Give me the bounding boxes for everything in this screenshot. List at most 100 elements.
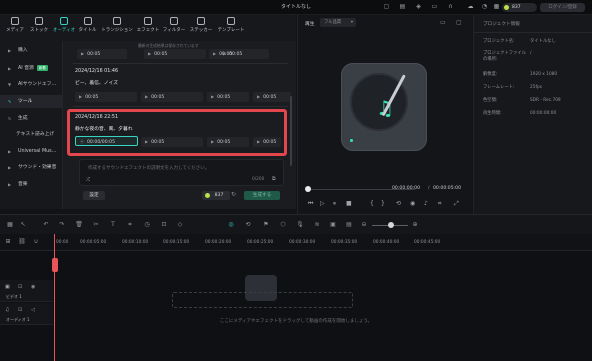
project-info-panel: プロジェクト情報 プロジェクト名: タイトルなし プロジェクトファイルの場所: … bbox=[473, 15, 592, 214]
generate-button[interactable]: 生成する bbox=[244, 191, 280, 200]
fullscreen-icon[interactable]: ▢ bbox=[456, 19, 462, 26]
timeline-ruler[interactable]: ⊞ ⛓ ∪ 00:00 00:00:05:00 00:00:10:00 00:0… bbox=[0, 234, 592, 251]
crop-tool-icon[interactable]: ⌗ bbox=[126, 221, 134, 229]
video-track-label: ビデオ 1 bbox=[6, 294, 22, 299]
tab-title[interactable]: タイトル bbox=[78, 17, 97, 39]
notification-icon[interactable]: ◔ bbox=[480, 3, 489, 11]
sfx-clip[interactable]: ▶ 00:05 bbox=[141, 92, 203, 102]
crop-icon[interactable]: ⌗ bbox=[438, 200, 441, 208]
lock-icon[interactable]: ⊡ bbox=[18, 307, 22, 313]
sidebar-item-sound-effects[interactable]: ▶ サウンド・効果音 bbox=[0, 161, 63, 174]
grid-icon[interactable]: ▦ bbox=[492, 3, 501, 11]
eye-icon[interactable]: ◉ bbox=[31, 284, 35, 290]
sfx-clip[interactable]: ▶ 00:05 bbox=[219, 49, 279, 59]
cloud-icon[interactable]: ☁ bbox=[466, 3, 475, 11]
layout-icon[interactable]: ▤ bbox=[398, 3, 407, 11]
shuffle-icon[interactable]: ⤮ bbox=[86, 177, 90, 183]
tab-audio[interactable]: オーディオ bbox=[52, 17, 76, 39]
volume-icon[interactable]: ♪ bbox=[424, 200, 428, 207]
speed-icon[interactable]: ◷ bbox=[143, 221, 151, 229]
mark-out-icon[interactable]: } bbox=[381, 200, 385, 207]
transform-icon[interactable]: ⊡ bbox=[160, 221, 168, 229]
undo-icon[interactable]: ↶ bbox=[42, 221, 50, 229]
ruler-tick: 00:00:35:00 bbox=[331, 240, 358, 245]
expand-icon[interactable]: ⤢ bbox=[454, 200, 459, 208]
add-track-icon[interactable]: ⊞ bbox=[4, 238, 12, 246]
sidebar-item-tools[interactable]: ✎ ツール bbox=[0, 95, 63, 108]
scrollbar[interactable] bbox=[290, 96, 292, 166]
playhead[interactable] bbox=[54, 234, 55, 361]
playhead-handle[interactable] bbox=[52, 258, 58, 272]
headset-icon[interactable]: ∩ bbox=[446, 3, 455, 11]
tab-filter[interactable]: フィルター bbox=[162, 17, 186, 39]
ai-icon[interactable]: ◎ bbox=[227, 221, 235, 229]
save-icon[interactable]: ▭ bbox=[430, 3, 439, 11]
credit-badge[interactable]: 837 bbox=[502, 3, 537, 12]
tab-media[interactable]: メディア bbox=[6, 17, 24, 39]
sfx-clip[interactable]: ▶ 00:05 bbox=[77, 49, 127, 59]
speaker-icon[interactable]: ◁ bbox=[31, 307, 35, 313]
snapshot-icon[interactable]: ▭ bbox=[440, 19, 446, 26]
chevron-right-icon: ▶ bbox=[8, 48, 12, 53]
tab-sticker[interactable]: ステッカー bbox=[188, 17, 214, 39]
sfx-clip[interactable]: ▶ 00:05 bbox=[75, 92, 137, 102]
camera-icon[interactable]: ◉ bbox=[410, 200, 415, 207]
tab-stock[interactable]: ストック bbox=[29, 17, 49, 39]
delete-icon[interactable]: 🗑 bbox=[75, 221, 83, 229]
zoom-in-icon[interactable]: ⊕ bbox=[411, 221, 419, 229]
media-drop-zone[interactable] bbox=[172, 292, 353, 308]
sidebar-item-universal-music[interactable]: ▶ Universal Mus… bbox=[0, 145, 63, 158]
zoom-out-icon[interactable]: ⊖ bbox=[360, 221, 368, 229]
snapshot-icon[interactable]: ▣ bbox=[329, 221, 337, 229]
audio-sidebar: ▶ 購入 ▶ AI 音源 新着 ▼ AIサウンドエフ… ✎ ツール ↻ 生成 テキスト読み上… bbox=[0, 41, 63, 209]
refresh-icon[interactable]: ↻ bbox=[231, 191, 236, 198]
sfx-clip[interactable]: ▶ 00:05 bbox=[144, 49, 206, 59]
audio-thumbnail: ♫ bbox=[341, 63, 427, 151]
render-icon[interactable]: ⟲ bbox=[396, 200, 401, 207]
sfx-clip[interactable]: ▶ 00:05 bbox=[253, 92, 291, 102]
stop-icon[interactable]: ■ bbox=[346, 200, 352, 207]
audio-mix-icon[interactable]: ≋ bbox=[313, 221, 321, 229]
sidebar-item-ai-music[interactable]: ▶ AI 音源 新着 bbox=[0, 62, 63, 75]
quality-select[interactable]: フル品質 ▾ bbox=[320, 18, 356, 27]
ruler-tick: 00:00:45:00 bbox=[414, 240, 441, 245]
render-preview-icon[interactable]: ▤ bbox=[345, 221, 353, 229]
tab-effect[interactable]: エフェクト bbox=[136, 17, 160, 39]
tab-template[interactable]: テンプレート bbox=[216, 17, 246, 39]
pause-icon[interactable]: ⏸ bbox=[333, 200, 336, 208]
prev-frame-icon[interactable]: ⏮ bbox=[308, 200, 313, 208]
play-icon[interactable]: ▷ bbox=[320, 200, 325, 207]
keyframe-icon[interactable]: ◇ bbox=[176, 221, 184, 229]
link-icon[interactable]: ⛓ bbox=[18, 238, 26, 246]
ripple-icon[interactable]: ⟲ bbox=[244, 221, 252, 229]
lock-icon[interactable]: ⊡ bbox=[18, 284, 22, 290]
split-icon[interactable]: ✂ bbox=[92, 221, 100, 229]
sidebar-item-tts[interactable]: テキスト読み上げ bbox=[0, 128, 63, 141]
login-button[interactable]: ログイン/登録 bbox=[540, 3, 585, 12]
sidebar-item-music[interactable]: ▶ 音楽 bbox=[0, 178, 63, 191]
play-icon: ▶ bbox=[213, 51, 217, 56]
tab-transition[interactable]: トランジション bbox=[100, 17, 134, 39]
copy-icon[interactable]: ⧉ bbox=[272, 176, 276, 182]
sfx-clip[interactable]: ▶ 00:05 bbox=[207, 92, 249, 102]
screen-icon[interactable]: ▢ bbox=[382, 3, 391, 11]
sidebar-item-ai-sfx[interactable]: ▼ AIサウンドエフ… bbox=[0, 78, 63, 91]
sfx-prompt-input[interactable]: 作成するサウンドエフェクトの説明文を入力してください。 ⤮ 0/200 ⧉ bbox=[79, 159, 284, 186]
settings-button[interactable]: 設定 bbox=[83, 191, 105, 200]
magnet-icon[interactable]: ∪ bbox=[32, 238, 40, 246]
player-label: 再生 bbox=[305, 22, 315, 27]
gift-icon[interactable]: ◈ bbox=[414, 3, 423, 11]
mark-in-icon[interactable]: { bbox=[370, 200, 374, 207]
marker-icon[interactable]: ⚑ bbox=[262, 221, 270, 229]
sidebar-item-generate[interactable]: ↻ 生成 bbox=[0, 112, 63, 125]
progress-handle[interactable] bbox=[305, 186, 311, 192]
zoom-handle[interactable] bbox=[388, 222, 394, 228]
select-tool-icon[interactable]: ↖ bbox=[19, 221, 27, 229]
redo-icon[interactable]: ↷ bbox=[58, 221, 66, 229]
layout-grid-icon[interactable]: ▦ bbox=[6, 221, 14, 229]
framerate-label: フレームレート: bbox=[483, 85, 515, 90]
shield-icon[interactable]: ⬡ bbox=[279, 221, 287, 229]
sidebar-item-purchase[interactable]: ▶ 購入 bbox=[0, 44, 63, 57]
text-tool-icon[interactable]: T bbox=[109, 221, 117, 229]
mic-icon[interactable]: 🎙 bbox=[296, 221, 304, 229]
